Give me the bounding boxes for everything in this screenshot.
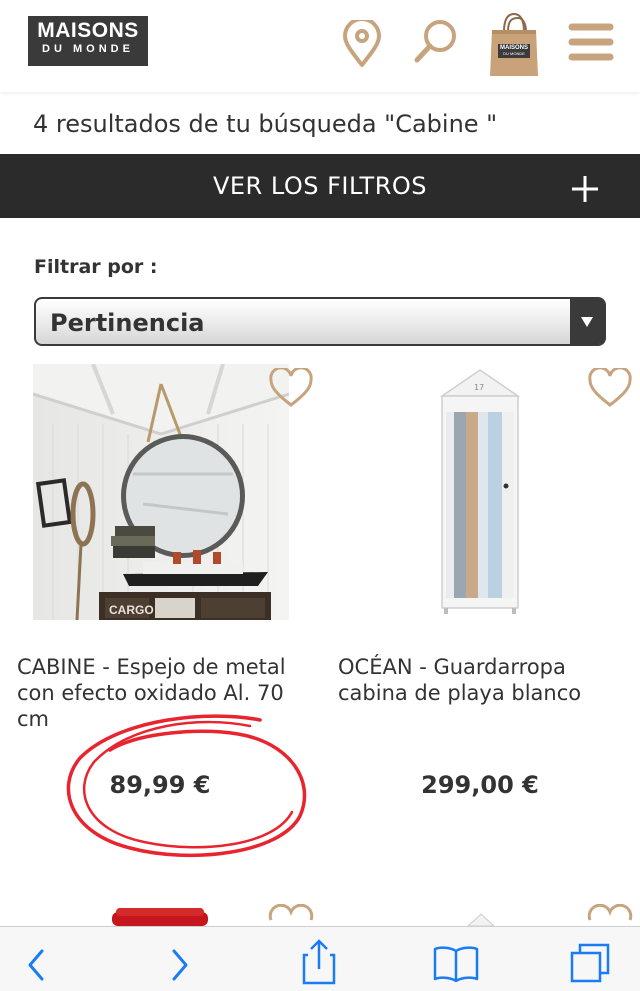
brand-line1: MAISONS	[37, 19, 139, 42]
forward-icon[interactable]	[168, 947, 192, 983]
filters-toggle-bar[interactable]: VER LOS FILTROS	[0, 154, 640, 218]
brand-line2: DU MONDE	[42, 43, 134, 55]
sort-label: Filtrar por :	[34, 256, 158, 278]
plus-icon[interactable]	[570, 174, 600, 204]
heart-icon[interactable]	[587, 368, 633, 408]
brand-logo[interactable]: MAISONS DU MONDE	[28, 16, 148, 66]
back-icon[interactable]	[24, 947, 48, 983]
product-image-mirror[interactable]: CARGO	[33, 364, 289, 620]
product-name[interactable]: OCÉAN - Guardarropa cabina de playa blan…	[338, 654, 618, 706]
sort-selected-value: Pertinencia	[50, 309, 205, 337]
wardrobe-number: 17	[474, 383, 484, 392]
search-icon[interactable]	[412, 18, 460, 66]
heart-icon[interactable]	[587, 904, 633, 926]
red-circle-annotation	[66, 714, 307, 858]
tabs-icon[interactable]	[568, 941, 614, 985]
share-icon[interactable]	[300, 937, 338, 987]
browser-toolbar	[0, 926, 640, 991]
results-count: 4 resultados de tu búsqueda "Cabine "	[33, 110, 498, 138]
location-pin-icon[interactable]	[340, 20, 384, 68]
product-image-wardrobe[interactable]: 17	[432, 368, 528, 616]
product-image-partial[interactable]	[466, 912, 496, 926]
product-image-partial[interactable]	[112, 908, 212, 926]
product-image-label: CARGO	[109, 603, 154, 617]
product-price: 299,00 €	[421, 771, 539, 799]
filters-toggle-label: VER LOS FILTROS	[212, 172, 428, 200]
bookmarks-icon[interactable]	[432, 943, 480, 983]
site-header: MAISONS DU MONDE MAISONS DU MONDE	[0, 0, 640, 92]
heart-icon[interactable]	[268, 904, 314, 926]
dropdown-arrow-icon[interactable]	[570, 299, 604, 344]
sort-select[interactable]: Pertinencia	[34, 297, 606, 346]
menu-icon[interactable]	[568, 22, 614, 62]
shopping-bag-icon[interactable]: MAISONS DU MONDE	[488, 12, 540, 78]
heart-icon[interactable]	[268, 368, 314, 408]
bag-label-line2: DU MONDE	[503, 51, 525, 56]
